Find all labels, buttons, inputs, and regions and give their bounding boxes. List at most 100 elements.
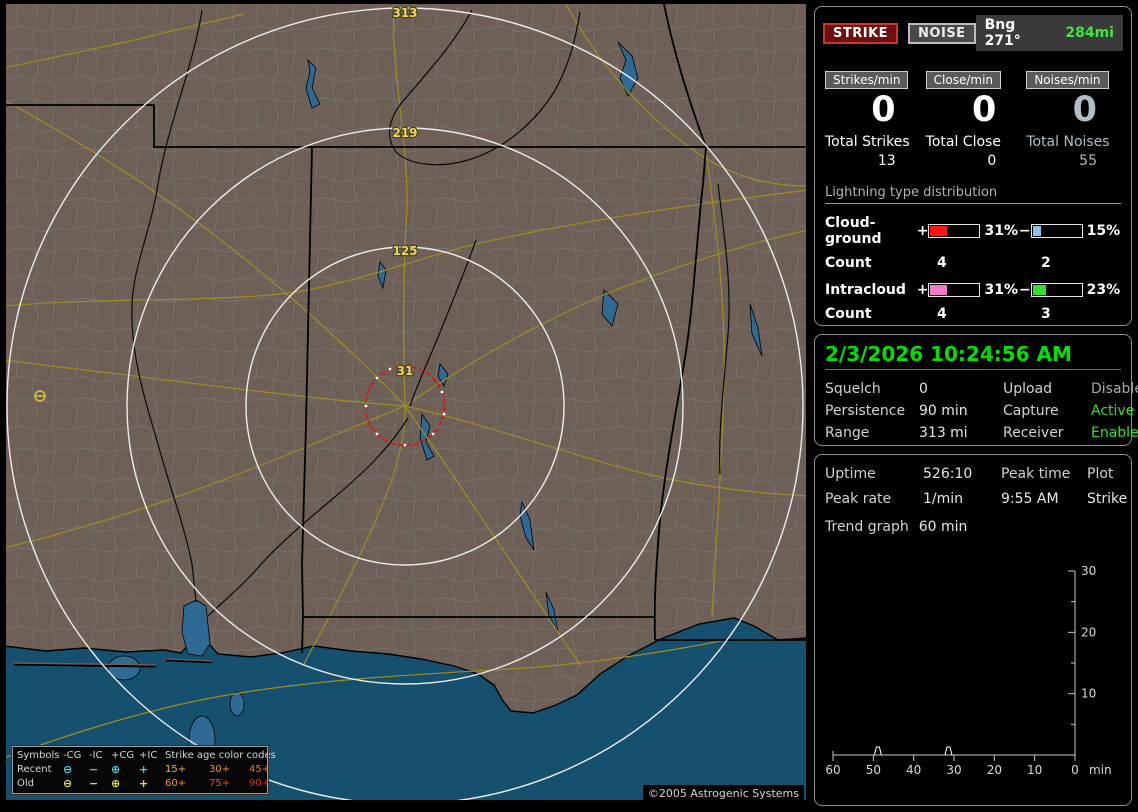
squelch-value: 0	[919, 381, 928, 397]
legend-col-neg-cg: -CG	[63, 750, 82, 761]
svg-text:10: 10	[1027, 763, 1042, 777]
peak-time-label: Peak time	[1001, 466, 1071, 482]
pos-ic-bar	[928, 282, 981, 297]
trend-graph-label: Trend graph	[825, 519, 909, 535]
neg-cg-bar	[1030, 223, 1083, 238]
lightning-distribution: Lightning type distribution Cloud-ground…	[815, 169, 1131, 322]
svg-text:40: 40	[906, 763, 921, 777]
neg-ic-bar	[1030, 282, 1083, 297]
minus-sign: −	[1018, 222, 1031, 239]
total-strikes-label: Total Strikes	[825, 133, 910, 150]
svg-text:10: 10	[1081, 687, 1096, 701]
age-15: 15+	[165, 764, 187, 775]
capture-value: Active	[1091, 403, 1135, 419]
neg-ic-count: 3	[1041, 305, 1051, 322]
trend-graph: 10 20 30 60 50 40 30 20 10 0 min	[817, 537, 1131, 797]
minus-sign: −	[1018, 281, 1031, 298]
svg-text:60: 60	[825, 763, 840, 777]
intracloud-row: Intracloud + 31% − 23%	[825, 282, 1121, 298]
svg-text:30: 30	[1081, 564, 1096, 578]
uptime-label: Uptime	[825, 466, 876, 482]
map-graphic: 313 219 125 31	[6, 4, 806, 800]
legend-col-pos-ic: +IC	[139, 750, 158, 761]
recent-pos-cg-icon: ⊕	[111, 763, 121, 776]
peak-time-value: 9:55 AM	[1001, 491, 1059, 507]
total-noises-label: Total Noises	[1026, 133, 1110, 150]
plus-sign: +	[916, 222, 929, 239]
close-per-min-value: 0	[971, 90, 997, 130]
noises-per-min-button[interactable]: Noises/min	[1026, 71, 1109, 89]
svg-text:50: 50	[866, 763, 881, 777]
range-label: Range	[825, 425, 870, 441]
receiver-label: Receiver	[1003, 425, 1064, 441]
capture-label: Capture	[1003, 403, 1059, 419]
total-close-label: Total Close	[925, 133, 1001, 150]
pos-ic-count: 4	[937, 305, 947, 322]
map-legend: Symbols -CG -IC +CG +IC Strike age color…	[11, 745, 276, 795]
strikes-per-min-button[interactable]: Strikes/min	[825, 71, 909, 89]
cloud-ground-label: Cloud-ground	[825, 214, 882, 247]
neg-cg-percent: 15%	[1086, 222, 1121, 239]
neg-ic-percent: 23%	[1086, 281, 1121, 298]
legend-recent-label: Recent	[17, 764, 52, 775]
receiver-value: Enabled	[1091, 425, 1138, 441]
noises-counter: Noises/min 0 Total Noises 55	[1026, 71, 1121, 169]
pos-cg-count: 4	[937, 254, 947, 271]
bearing-label: Bng 271°	[984, 17, 1021, 49]
strikes-per-min-value: 0	[871, 90, 896, 130]
counters-panel: STRIKE NOISE Bng 271° 284mi Strikes/min …	[814, 6, 1132, 326]
legend-symbols-header: Symbols	[17, 750, 60, 761]
intracloud-count-row: Count 4 3	[825, 306, 1121, 322]
plot-value: Strike	[1087, 491, 1128, 507]
close-counter: Close/min 0 Total Close 0	[925, 71, 1021, 169]
plot-label: Plot	[1087, 466, 1114, 482]
strike-button[interactable]: STRIKE	[823, 22, 899, 44]
upload-label: Upload	[1003, 381, 1053, 397]
status-panel: 2/3/2026 10:24:56 AM Squelch 0 Upload Di…	[814, 334, 1138, 446]
old-neg-cg-icon: ⊖	[63, 777, 73, 790]
svg-text:30: 30	[946, 763, 961, 777]
pos-cg-percent: 31%	[984, 222, 1018, 239]
ring-label-313: 313	[392, 6, 417, 20]
legend-age-header: Strike age color codes	[165, 750, 276, 761]
ring-label-125: 125	[392, 244, 417, 258]
close-per-min-button[interactable]: Close/min	[925, 71, 1002, 89]
age-60: 60+	[165, 778, 187, 789]
pos-ic-percent: 31%	[984, 281, 1018, 298]
distribution-title: Lightning type distribution	[825, 185, 1121, 204]
legend-col-neg-ic: -IC	[89, 750, 103, 761]
squelch-label: Squelch	[825, 381, 881, 397]
cloud-ground-count-row: Count 4 2	[825, 255, 1121, 271]
noise-button[interactable]: NOISE	[908, 22, 976, 44]
bearing-display: Bng 271° 284mi	[975, 15, 1123, 51]
age-30: 30+	[209, 764, 231, 775]
cloud-ground-row: Cloud-ground + 31% − 15%	[825, 215, 1121, 247]
recent-neg-cg-icon: ⊖	[63, 763, 73, 776]
copyright-text: ©2005 Astrogenic Systems	[642, 785, 804, 802]
legend-old-label: Old	[17, 778, 34, 789]
peak-rate-value: 1/min	[923, 491, 964, 507]
total-strikes-value: 13	[877, 152, 896, 169]
peak-rate-label: Peak rate	[825, 491, 892, 507]
count-label: Count	[825, 254, 872, 271]
range-value: 313 mi	[919, 425, 968, 441]
app-window: 313 219 125 31 Symbols -CG -IC +CG +IC S…	[0, 0, 1138, 812]
map-canvas[interactable]: 313 219 125 31 Symbols -CG -IC +CG +IC S…	[6, 4, 806, 802]
svg-text:20: 20	[987, 763, 1002, 777]
stats-panel: Uptime 526:10 Peak time Plot Peak rate 1…	[814, 454, 1132, 806]
count-label: Count	[825, 305, 872, 322]
ring-label-31: 31	[397, 364, 414, 378]
bearing-distance: 284mi	[1065, 25, 1114, 41]
persistence-label: Persistence	[825, 403, 906, 419]
total-close-value: 0	[987, 152, 997, 169]
datetime-display: 2/3/2026 10:24:56 AM	[825, 342, 1121, 370]
strikes-counter: Strikes/min 0 Total Strikes 13	[825, 71, 920, 169]
pos-cg-bar	[928, 223, 981, 238]
total-noises-value: 55	[1079, 152, 1097, 169]
recent-pos-ic-icon: +	[139, 763, 149, 776]
age-75: 75+	[209, 778, 231, 789]
old-pos-cg-icon: ⊕	[111, 777, 121, 790]
recent-neg-ic-icon: −	[89, 763, 99, 776]
legend-col-pos-cg: +CG	[111, 750, 135, 761]
svg-text:min: min	[1089, 763, 1112, 777]
